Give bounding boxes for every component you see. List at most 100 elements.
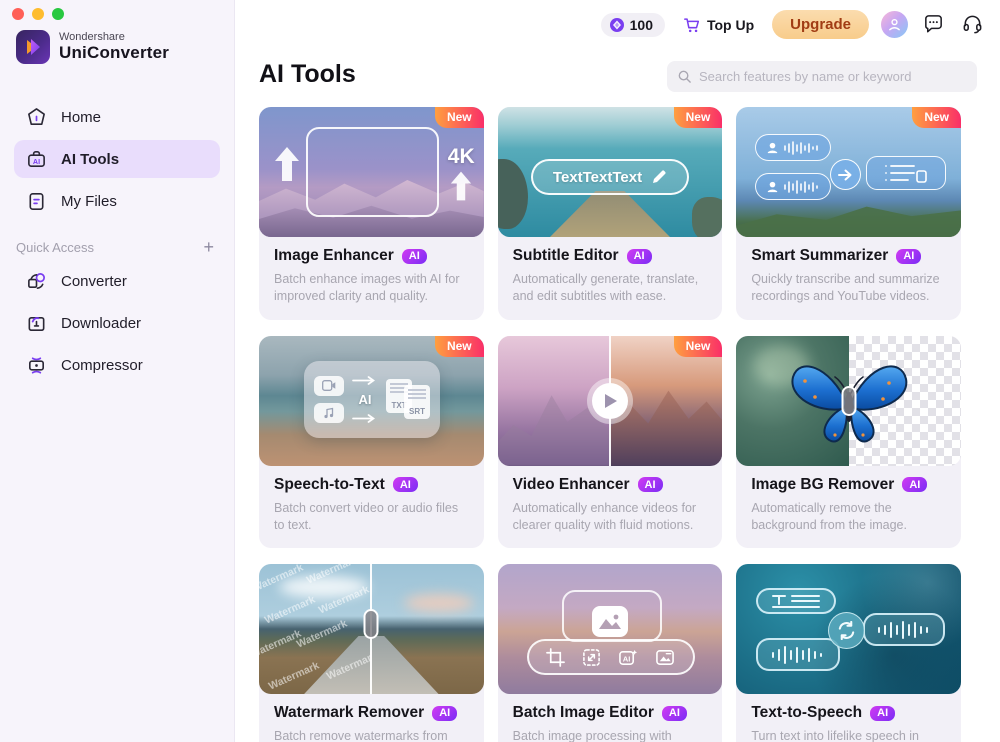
speech-to-text-thumbnail: AI TXT SRT New [259,335,484,466]
audio-file-icon [314,402,344,423]
headset-icon [963,15,982,34]
new-badge: New [434,335,484,357]
downloader-icon [28,316,45,331]
card-watermark-remover[interactable]: Watermark Watermark Watermark Watermark … [259,564,484,742]
video-file-icon [314,375,344,396]
credits-value: 100 [629,16,653,33]
text-block-icon [756,588,837,614]
card-batch-image-editor[interactable]: AI Batch Image Editor AI Batch image pro… [497,564,723,742]
card-subtitle-editor[interactable]: TextTextText New Subtitle Editor AI Auto… [497,107,723,320]
main-content: 100 Top Up Upgrade AI Tools Search featu… [235,0,1000,742]
speech-waveform-icon [863,613,946,646]
svg-text:AI: AI [33,157,40,165]
card-description: Batch convert video or audio files to te… [274,500,459,532]
avatar[interactable] [881,11,908,38]
convert-sync-icon [828,612,866,649]
close-window-button[interactable] [12,8,24,20]
sidebar-item-label: Home [61,108,102,126]
arrow-right-icon [352,413,375,423]
card-video-enhancer[interactable]: New Video Enhancer AI Automatically enha… [497,335,723,548]
sidebar-item-label: AI Tools [61,150,120,168]
card-speech-to-text[interactable]: AI TXT SRT New Speech-to-Text AI Batch c… [259,335,484,548]
sidebar-item-compressor[interactable]: Compressor [14,346,220,384]
speaker-person-icon [767,142,777,154]
chat-bubble-icon [925,15,942,33]
subtitle-editor-thumbnail: TextTextText New [497,107,723,237]
sidebar-item-ai-tools[interactable]: AI AI Tools [14,140,220,178]
conversion-diagram-graphic: AI TXT SRT [304,360,440,438]
sidebar-item-downloader[interactable]: Downloader [14,304,220,342]
sidebar-item-converter[interactable]: Converter [14,262,220,300]
sidebar-item-my-files[interactable]: My Files [14,182,220,220]
editor-toolbar-graphic: AI [526,639,695,675]
subtitle-pill-graphic: TextTextText [530,159,689,195]
card-smart-summarizer[interactable]: New Smart Summarizer AI Quickly transcri… [736,107,961,320]
card-title: Subtitle Editor [512,247,619,264]
card-description: Batch enhance images with AI for improve… [274,272,460,304]
top-up-label: Top Up [706,16,755,33]
card-title: Watermark Remover [274,704,425,721]
srt-document-icon: SRT [404,385,430,419]
page-title: AI Tools [259,60,356,88]
new-badge: New [912,107,961,128]
resize-icon [583,648,600,666]
watermark-overlay: Watermark Watermark Watermark Watermark … [259,564,372,693]
feedback-button[interactable] [920,11,947,38]
svg-text:AI: AI [623,654,631,663]
card-image-enhancer[interactable]: 4K New Image Enhancer AI Batch enhance i… [259,107,484,320]
card-description: Automatically enhance videos for clearer… [512,500,697,532]
add-quick-access-icon[interactable]: + [199,238,218,256]
search-bar[interactable] [667,61,977,92]
waveform-icon [784,179,818,194]
card-title: Smart Summarizer [751,247,889,264]
zoom-window-button[interactable] [52,8,64,20]
top-up-button[interactable]: Top Up [677,12,760,38]
comparison-slider-handle[interactable] [841,385,857,416]
ai-tools-grid: 4K New Image Enhancer AI Batch enhance i… [259,107,961,742]
ai-badge: AI [661,705,687,721]
upgrade-button[interactable]: Upgrade [772,10,869,39]
card-description: Batch image processing with adjustments,… [512,729,672,742]
coin-icon [609,17,624,32]
topbar: 100 Top Up Upgrade [470,0,1000,50]
ai-badge: AI [432,705,458,721]
support-button[interactable] [959,11,986,38]
watermark-image-icon [656,649,675,665]
card-title: Batch Image Editor [512,704,654,721]
ai-badge: AI [896,248,922,264]
app-logo: Wondershare UniConverter [16,30,169,64]
search-input[interactable] [699,69,967,84]
edit-pencil-icon [653,170,666,183]
credits-pill[interactable]: 100 [600,12,665,37]
batch-image-editor-thumbnail: AI [497,564,723,694]
crop-frame-graphic [306,127,439,217]
cart-icon [684,17,700,32]
home-icon [28,107,45,125]
arrow-right-icon [352,375,375,385]
upscale-arrow-icon [450,171,471,201]
subtitle-sample-text: TextTextText [552,168,643,186]
text-to-speech-thumbnail [736,564,961,694]
minimize-window-button[interactable] [32,8,44,20]
ai-badge: AI [637,477,663,492]
sidebar-item-home[interactable]: Home [14,98,220,136]
ai-badge: AI [626,248,652,264]
waveform-icon [784,140,818,155]
ai-label: AI [358,391,372,407]
window-controls [12,8,64,20]
card-image-bg-remover[interactable]: Image BG Remover AI Automatically remove… [736,335,961,548]
arrow-right-icon [830,159,862,190]
video-enhancer-thumbnail: New [497,335,723,466]
compressor-icon [29,356,44,374]
ai-badge: AI [392,477,418,492]
speaker-person-icon [767,181,777,193]
card-text-to-speech[interactable]: Text-to-Speech AI Turn text into lifelik… [736,564,961,742]
user-icon [889,19,900,31]
sidebar-item-label: Downloader [61,314,142,332]
comparison-slider-handle[interactable] [363,608,379,639]
smart-summarizer-thumbnail: New [736,107,961,237]
summary-list-icon [866,156,947,190]
card-description: Automatically generate, translate, and e… [512,272,699,304]
quick-access-label: Quick Access [16,239,95,255]
card-description: Quickly transcribe and summarize recordi… [751,272,940,304]
